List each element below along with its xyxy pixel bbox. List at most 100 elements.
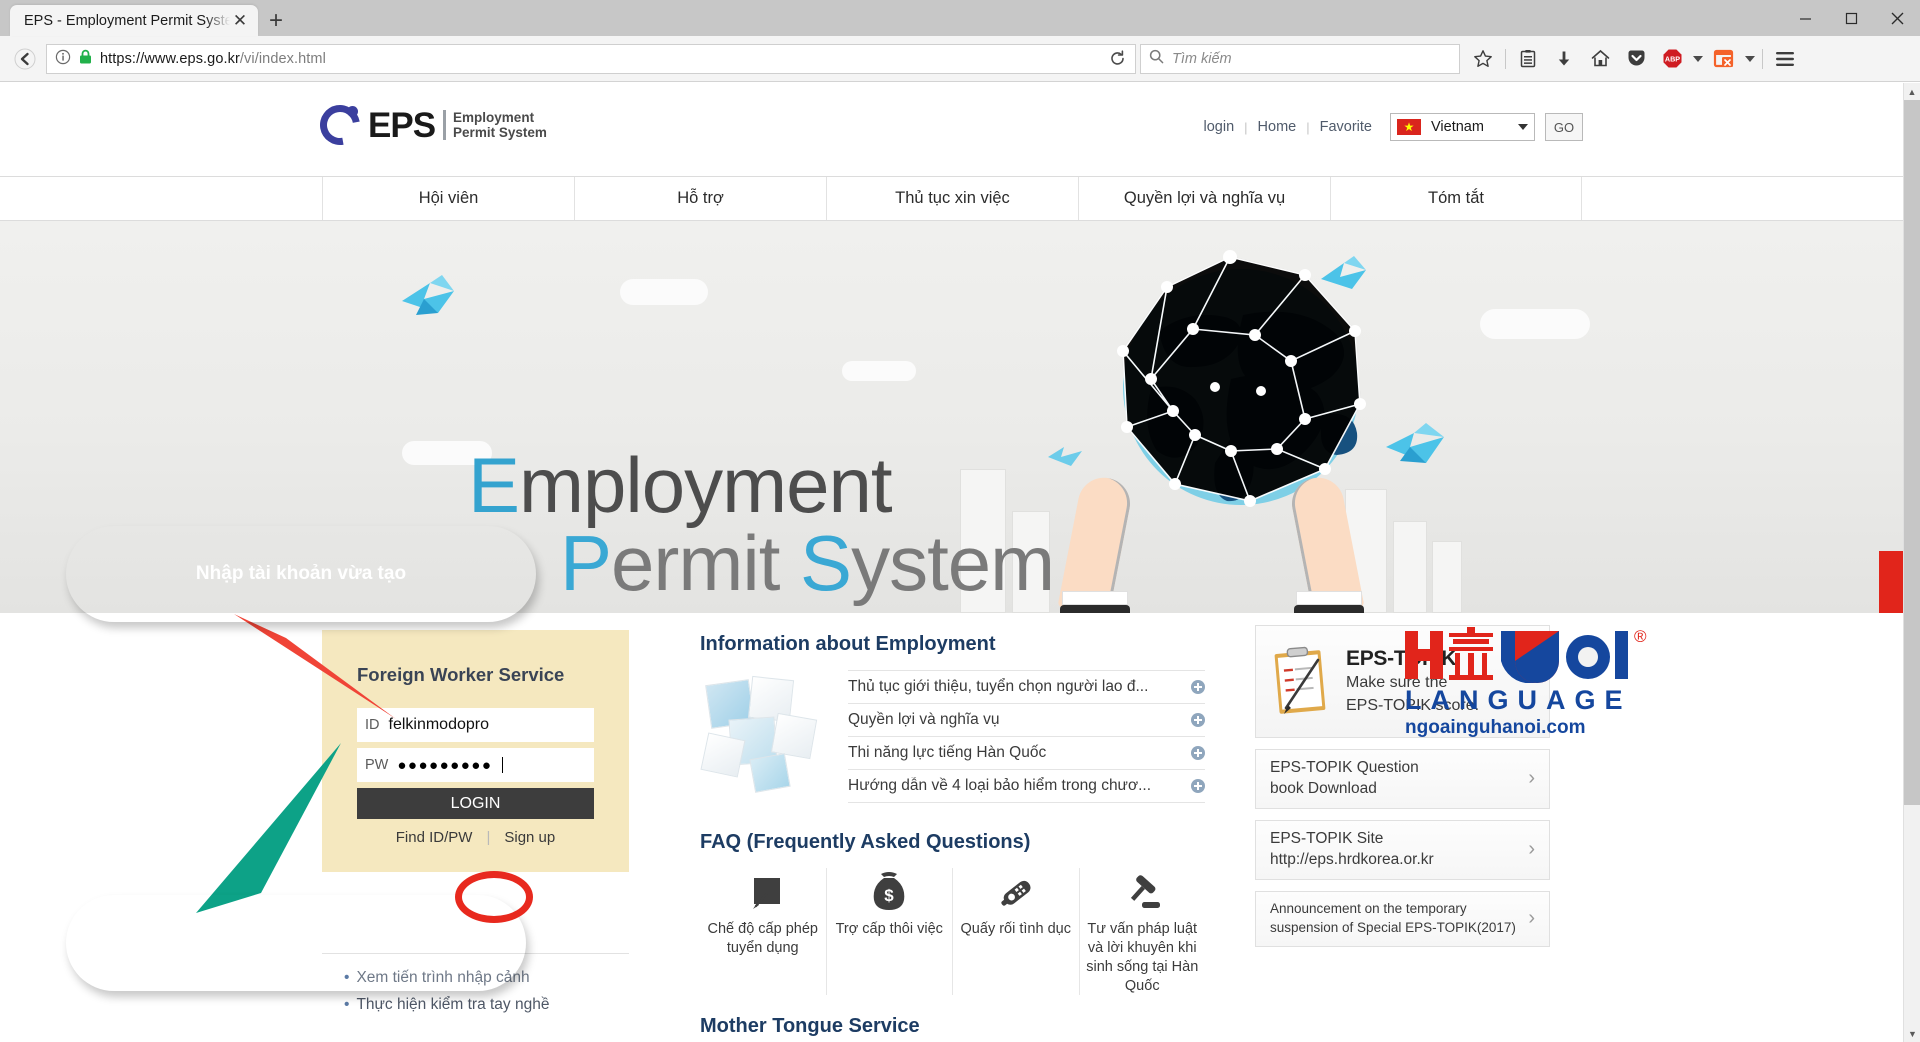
eps-topik-line1: Make sure the — [1346, 673, 1448, 691]
plus-icon[interactable] — [1191, 713, 1205, 727]
info-list-item[interactable]: Hướng dẫn về 4 loại bảo hiểm trong chươ.… — [848, 770, 1205, 803]
login-panel-title: Foreign Worker Service — [357, 664, 565, 685]
link-card-topik-site[interactable]: EPS-TOPIK Site http://eps.hrdkorea.or.kr… — [1255, 819, 1550, 880]
maximize-icon[interactable] — [1828, 0, 1874, 36]
eps-logo-subtitle: Employment Permit System — [443, 109, 547, 141]
toolbar-separator — [1505, 48, 1506, 69]
browser-window: EPS - Employment Permit System ✕ + https… — [0, 0, 1920, 1042]
minimize-icon[interactable] — [1782, 0, 1828, 36]
nav-left-spacer — [0, 177, 322, 220]
vertical-scrollbar[interactable]: ▲ ▼ — [1903, 83, 1920, 1042]
reload-icon[interactable] — [1103, 50, 1131, 67]
sign-up-link[interactable]: Sign up — [504, 829, 555, 846]
sleeve-right — [1294, 605, 1364, 613]
nav-item-thu-tuc-xin-viec[interactable]: Thủ tục xin việc — [826, 177, 1078, 220]
id-field-label: ID — [365, 717, 380, 733]
nav-item-tom-tat[interactable]: Tóm tắt — [1330, 177, 1582, 220]
eps-logo-text: EPS — [368, 105, 436, 145]
faq-item-permit[interactable]: Chế độ cấp phép tuyển dụng — [700, 868, 827, 996]
page-content: EPS Employment Permit System login | Hom… — [0, 83, 1903, 1042]
header-link-login[interactable]: login — [1204, 119, 1235, 135]
info-list-item[interactable]: Thủ tục giới thiệu, tuyển chọn người lao… — [848, 671, 1205, 704]
header-link-favorite[interactable]: Favorite — [1320, 119, 1372, 135]
password-field[interactable]: PW ●●●●●●●●● — [357, 748, 594, 782]
id-field[interactable]: ID felkinmodopro — [357, 708, 594, 742]
toolbar-separator-2 — [1762, 48, 1763, 69]
info-section-title: Information about Employment — [700, 633, 996, 655]
link-card-line2: book Download — [1270, 779, 1377, 797]
eps-subtitle-line1: Employment — [453, 109, 535, 125]
address-bar[interactable]: https://www.eps.go.kr/vi/index.html — [46, 43, 1136, 74]
chevron-right-icon: › — [1528, 767, 1535, 790]
plus-icon[interactable] — [1191, 680, 1205, 694]
menu-icon[interactable] — [1768, 42, 1802, 76]
find-id-pw-link[interactable]: Find ID/PW — [396, 829, 473, 846]
nav-item-ho-tro[interactable]: Hỗ trợ — [574, 177, 826, 220]
search-bar[interactable]: Tìm kiếm — [1140, 43, 1460, 74]
tab-strip: EPS - Employment Permit System ✕ + — [0, 0, 294, 36]
link-card-question-book[interactable]: EPS-TOPIK Question book Download › — [1255, 749, 1550, 809]
faq-item-harassment[interactable]: Quấy rối tình dục — [953, 868, 1080, 996]
eps-logo[interactable]: EPS Employment Permit System — [312, 97, 547, 153]
country-selected-label: Vietnam — [1431, 119, 1484, 135]
country-select[interactable]: ★ Vietnam — [1390, 113, 1535, 141]
login-panel: Foreign Worker Service ID felkinmodopro … — [322, 630, 629, 872]
plus-icon[interactable] — [1191, 779, 1205, 793]
adblock-plus-icon[interactable]: ABP — [1655, 42, 1689, 76]
scrollbar-thumb[interactable] — [1904, 100, 1920, 805]
eps-topik-card[interactable]: EPS-TOPIK Make sure the EPS-TOPIK score. — [1255, 625, 1550, 738]
pocket-icon[interactable] — [1619, 42, 1653, 76]
downloads-icon[interactable] — [1547, 42, 1581, 76]
tab-title: EPS - Employment Permit System — [24, 12, 230, 29]
whistle-icon — [959, 868, 1073, 914]
building-decoration-5 — [1432, 541, 1462, 613]
adblock-dropdown-icon[interactable] — [1691, 42, 1705, 76]
below-login-links: Xem tiến trình nhập cảnh Thực hiện kiểm … — [322, 953, 629, 1018]
info-section-row: Thủ tục giới thiệu, tuyển chọn người lao… — [700, 670, 1205, 803]
faq-section-title: FAQ (Frequently Asked Questions) — [700, 831, 1031, 853]
scroll-down-arrow-icon[interactable]: ▼ — [1904, 1025, 1920, 1042]
nav-item-hoi-vien[interactable]: Hội viên — [322, 177, 574, 220]
below-login-item-1[interactable]: Xem tiến trình nhập cảnh — [344, 964, 607, 991]
hero-line-2: Permit System — [560, 519, 1055, 607]
url-path: /vi/index.html — [239, 50, 326, 67]
svg-text:ABP: ABP — [1664, 55, 1679, 64]
middle-column: Information about Employment Thủ tục giớ… — [700, 633, 1205, 1042]
link-card-announcement[interactable]: Announcement on the temporary suspension… — [1255, 890, 1550, 947]
browser-toolbar: https://www.eps.go.kr/vi/index.html Tìm … — [0, 36, 1920, 82]
faq-item-legal[interactable]: Tư vấn pháp luật và lời khuyên khi sinh … — [1080, 868, 1206, 995]
browser-tab[interactable]: EPS - Employment Permit System ✕ — [10, 5, 258, 36]
url-identity — [55, 49, 100, 69]
link-card-line1: EPS-TOPIK Question — [1270, 759, 1419, 776]
info-item-label: Hướng dẫn về 4 loại bảo hiểm trong chươ.… — [848, 777, 1152, 794]
library-icon[interactable] — [1511, 42, 1545, 76]
go-button[interactable]: GO — [1545, 113, 1583, 141]
extension-icon[interactable] — [1707, 42, 1741, 76]
window-close-icon[interactable] — [1874, 0, 1920, 36]
scroll-up-arrow-icon[interactable]: ▲ — [1904, 83, 1920, 100]
site-info-icon[interactable] — [55, 49, 71, 69]
password-field-value: ●●●●●●●●● — [397, 756, 493, 774]
header-link-home[interactable]: Home — [1258, 119, 1297, 135]
tab-close-icon[interactable]: ✕ — [230, 12, 250, 29]
bird-origami-icon-4 — [1046, 439, 1088, 474]
bird-origami-icon-2 — [1318, 253, 1376, 300]
mother-tongue-title: Mother Tongue Service — [700, 1015, 920, 1038]
home-icon[interactable] — [1583, 42, 1617, 76]
login-button[interactable]: LOGIN — [357, 788, 594, 819]
text-caret — [502, 757, 504, 773]
password-field-label: PW — [365, 757, 389, 773]
bookmark-star-icon[interactable] — [1466, 42, 1500, 76]
below-login-item-2[interactable]: Thực hiện kiểm tra tay nghề — [344, 991, 607, 1018]
info-list-item[interactable]: Quyền lợi và nghĩa vụ — [848, 704, 1205, 737]
back-icon[interactable] — [8, 42, 42, 76]
info-list-item[interactable]: Thi năng lực tiếng Hàn Quốc — [848, 737, 1205, 770]
extension-dropdown-icon[interactable] — [1743, 42, 1757, 76]
chevron-down-icon — [1518, 124, 1528, 130]
nav-item-quyen-loi[interactable]: Quyền lợi và nghĩa vụ — [1078, 177, 1330, 220]
bird-origami-icon-1 — [398, 271, 468, 326]
new-tab-button[interactable]: + — [258, 5, 294, 36]
faq-item-severance[interactable]: $ Trợ cấp thôi việc — [827, 868, 953, 996]
plus-icon[interactable] — [1191, 746, 1205, 760]
eps-topik-heading: EPS-TOPIK — [1346, 646, 1457, 670]
